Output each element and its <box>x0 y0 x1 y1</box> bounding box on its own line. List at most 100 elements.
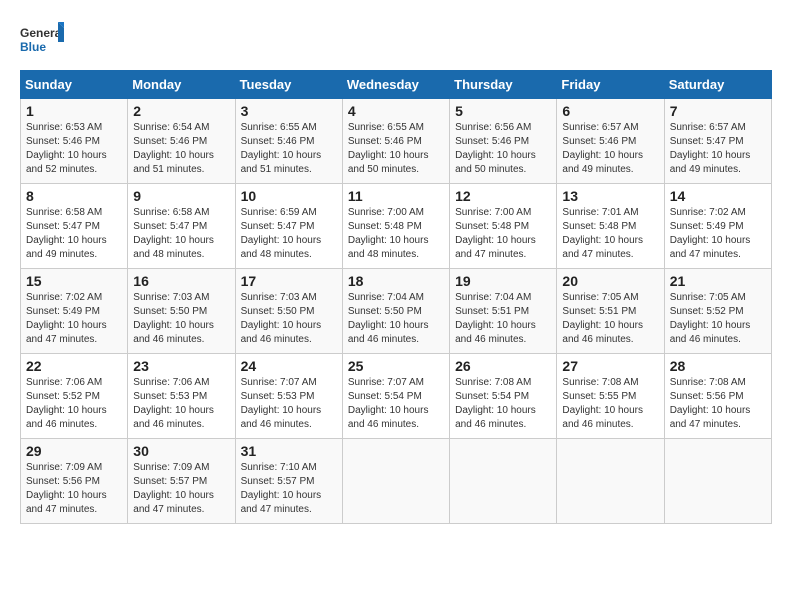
day-number: 11 <box>348 188 444 204</box>
logo-inner: General Blue <box>20 20 64 60</box>
day-number: 15 <box>26 273 122 289</box>
day-cell-15: 15 Sunrise: 7:02 AM Sunset: 5:49 PM Dayl… <box>21 269 128 354</box>
day-info: Sunrise: 6:58 AM Sunset: 5:47 PM Dayligh… <box>133 206 229 262</box>
day-number: 31 <box>241 443 337 459</box>
day-info: Sunrise: 7:09 AM Sunset: 5:56 PM Dayligh… <box>26 461 122 517</box>
day-number: 17 <box>241 273 337 289</box>
day-cell-27: 27 Sunrise: 7:08 AM Sunset: 5:55 PM Dayl… <box>557 354 664 439</box>
day-number: 25 <box>348 358 444 374</box>
empty-cell <box>450 439 557 524</box>
day-info: Sunrise: 7:04 AM Sunset: 5:51 PM Dayligh… <box>455 291 551 347</box>
day-info: Sunrise: 7:10 AM Sunset: 5:57 PM Dayligh… <box>241 461 337 517</box>
day-number: 26 <box>455 358 551 374</box>
day-cell-8: 8 Sunrise: 6:58 AM Sunset: 5:47 PM Dayli… <box>21 184 128 269</box>
day-info: Sunrise: 6:53 AM Sunset: 5:46 PM Dayligh… <box>26 121 122 177</box>
day-info: Sunrise: 7:08 AM Sunset: 5:55 PM Dayligh… <box>562 376 658 432</box>
day-cell-13: 13 Sunrise: 7:01 AM Sunset: 5:48 PM Dayl… <box>557 184 664 269</box>
day-cell-26: 26 Sunrise: 7:08 AM Sunset: 5:54 PM Dayl… <box>450 354 557 439</box>
day-number: 2 <box>133 103 229 119</box>
day-number: 1 <box>26 103 122 119</box>
day-cell-6: 6 Sunrise: 6:57 AM Sunset: 5:46 PM Dayli… <box>557 99 664 184</box>
day-cell-29: 29 Sunrise: 7:09 AM Sunset: 5:56 PM Dayl… <box>21 439 128 524</box>
day-info: Sunrise: 7:07 AM Sunset: 5:54 PM Dayligh… <box>348 376 444 432</box>
day-info: Sunrise: 6:55 AM Sunset: 5:46 PM Dayligh… <box>241 121 337 177</box>
svg-text:General: General <box>20 26 64 40</box>
day-cell-18: 18 Sunrise: 7:04 AM Sunset: 5:50 PM Dayl… <box>342 269 449 354</box>
day-cell-12: 12 Sunrise: 7:00 AM Sunset: 5:48 PM Dayl… <box>450 184 557 269</box>
day-number: 5 <box>455 103 551 119</box>
day-info: Sunrise: 7:05 AM Sunset: 5:52 PM Dayligh… <box>670 291 766 347</box>
day-cell-2: 2 Sunrise: 6:54 AM Sunset: 5:46 PM Dayli… <box>128 99 235 184</box>
day-info: Sunrise: 7:02 AM Sunset: 5:49 PM Dayligh… <box>670 206 766 262</box>
header-wednesday: Wednesday <box>342 71 449 99</box>
day-number: 12 <box>455 188 551 204</box>
day-number: 21 <box>670 273 766 289</box>
logo: General Blue <box>20 20 64 60</box>
header-tuesday: Tuesday <box>235 71 342 99</box>
header-thursday: Thursday <box>450 71 557 99</box>
day-number: 20 <box>562 273 658 289</box>
week-row-2: 8 Sunrise: 6:58 AM Sunset: 5:47 PM Dayli… <box>21 184 772 269</box>
day-cell-5: 5 Sunrise: 6:56 AM Sunset: 5:46 PM Dayli… <box>450 99 557 184</box>
day-info: Sunrise: 7:08 AM Sunset: 5:54 PM Dayligh… <box>455 376 551 432</box>
day-info: Sunrise: 6:57 AM Sunset: 5:47 PM Dayligh… <box>670 121 766 177</box>
weekday-header-row: Sunday Monday Tuesday Wednesday Thursday… <box>21 71 772 99</box>
calendar-table: Sunday Monday Tuesday Wednesday Thursday… <box>20 70 772 524</box>
day-info: Sunrise: 6:57 AM Sunset: 5:46 PM Dayligh… <box>562 121 658 177</box>
day-info: Sunrise: 6:58 AM Sunset: 5:47 PM Dayligh… <box>26 206 122 262</box>
day-info: Sunrise: 7:03 AM Sunset: 5:50 PM Dayligh… <box>241 291 337 347</box>
day-info: Sunrise: 7:06 AM Sunset: 5:53 PM Dayligh… <box>133 376 229 432</box>
day-info: Sunrise: 7:00 AM Sunset: 5:48 PM Dayligh… <box>348 206 444 262</box>
week-row-3: 15 Sunrise: 7:02 AM Sunset: 5:49 PM Dayl… <box>21 269 772 354</box>
header-sunday: Sunday <box>21 71 128 99</box>
empty-cell <box>557 439 664 524</box>
day-info: Sunrise: 7:01 AM Sunset: 5:48 PM Dayligh… <box>562 206 658 262</box>
day-cell-9: 9 Sunrise: 6:58 AM Sunset: 5:47 PM Dayli… <box>128 184 235 269</box>
day-number: 4 <box>348 103 444 119</box>
empty-cell <box>664 439 771 524</box>
day-number: 19 <box>455 273 551 289</box>
day-cell-14: 14 Sunrise: 7:02 AM Sunset: 5:49 PM Dayl… <box>664 184 771 269</box>
day-info: Sunrise: 6:54 AM Sunset: 5:46 PM Dayligh… <box>133 121 229 177</box>
day-number: 30 <box>133 443 229 459</box>
day-cell-1: 1 Sunrise: 6:53 AM Sunset: 5:46 PM Dayli… <box>21 99 128 184</box>
day-info: Sunrise: 7:08 AM Sunset: 5:56 PM Dayligh… <box>670 376 766 432</box>
day-number: 24 <box>241 358 337 374</box>
week-row-5: 29 Sunrise: 7:09 AM Sunset: 5:56 PM Dayl… <box>21 439 772 524</box>
day-cell-11: 11 Sunrise: 7:00 AM Sunset: 5:48 PM Dayl… <box>342 184 449 269</box>
day-info: Sunrise: 7:03 AM Sunset: 5:50 PM Dayligh… <box>133 291 229 347</box>
day-cell-17: 17 Sunrise: 7:03 AM Sunset: 5:50 PM Dayl… <box>235 269 342 354</box>
day-cell-24: 24 Sunrise: 7:07 AM Sunset: 5:53 PM Dayl… <box>235 354 342 439</box>
day-number: 14 <box>670 188 766 204</box>
day-info: Sunrise: 7:02 AM Sunset: 5:49 PM Dayligh… <box>26 291 122 347</box>
logo-container: General Blue <box>20 20 64 60</box>
day-number: 8 <box>26 188 122 204</box>
day-info: Sunrise: 6:55 AM Sunset: 5:46 PM Dayligh… <box>348 121 444 177</box>
day-number: 6 <box>562 103 658 119</box>
day-info: Sunrise: 7:06 AM Sunset: 5:52 PM Dayligh… <box>26 376 122 432</box>
day-number: 7 <box>670 103 766 119</box>
empty-cell <box>342 439 449 524</box>
day-info: Sunrise: 7:00 AM Sunset: 5:48 PM Dayligh… <box>455 206 551 262</box>
day-info: Sunrise: 6:56 AM Sunset: 5:46 PM Dayligh… <box>455 121 551 177</box>
day-cell-4: 4 Sunrise: 6:55 AM Sunset: 5:46 PM Dayli… <box>342 99 449 184</box>
day-info: Sunrise: 7:04 AM Sunset: 5:50 PM Dayligh… <box>348 291 444 347</box>
day-number: 10 <box>241 188 337 204</box>
day-cell-3: 3 Sunrise: 6:55 AM Sunset: 5:46 PM Dayli… <box>235 99 342 184</box>
day-cell-28: 28 Sunrise: 7:08 AM Sunset: 5:56 PM Dayl… <box>664 354 771 439</box>
day-cell-25: 25 Sunrise: 7:07 AM Sunset: 5:54 PM Dayl… <box>342 354 449 439</box>
day-cell-21: 21 Sunrise: 7:05 AM Sunset: 5:52 PM Dayl… <box>664 269 771 354</box>
day-number: 28 <box>670 358 766 374</box>
day-cell-23: 23 Sunrise: 7:06 AM Sunset: 5:53 PM Dayl… <box>128 354 235 439</box>
day-number: 9 <box>133 188 229 204</box>
day-cell-16: 16 Sunrise: 7:03 AM Sunset: 5:50 PM Dayl… <box>128 269 235 354</box>
day-number: 27 <box>562 358 658 374</box>
page-header: General Blue <box>20 20 772 60</box>
day-number: 23 <box>133 358 229 374</box>
logo-svg: General Blue <box>20 20 64 60</box>
day-cell-22: 22 Sunrise: 7:06 AM Sunset: 5:52 PM Dayl… <box>21 354 128 439</box>
day-cell-10: 10 Sunrise: 6:59 AM Sunset: 5:47 PM Dayl… <box>235 184 342 269</box>
header-friday: Friday <box>557 71 664 99</box>
day-number: 13 <box>562 188 658 204</box>
day-number: 18 <box>348 273 444 289</box>
